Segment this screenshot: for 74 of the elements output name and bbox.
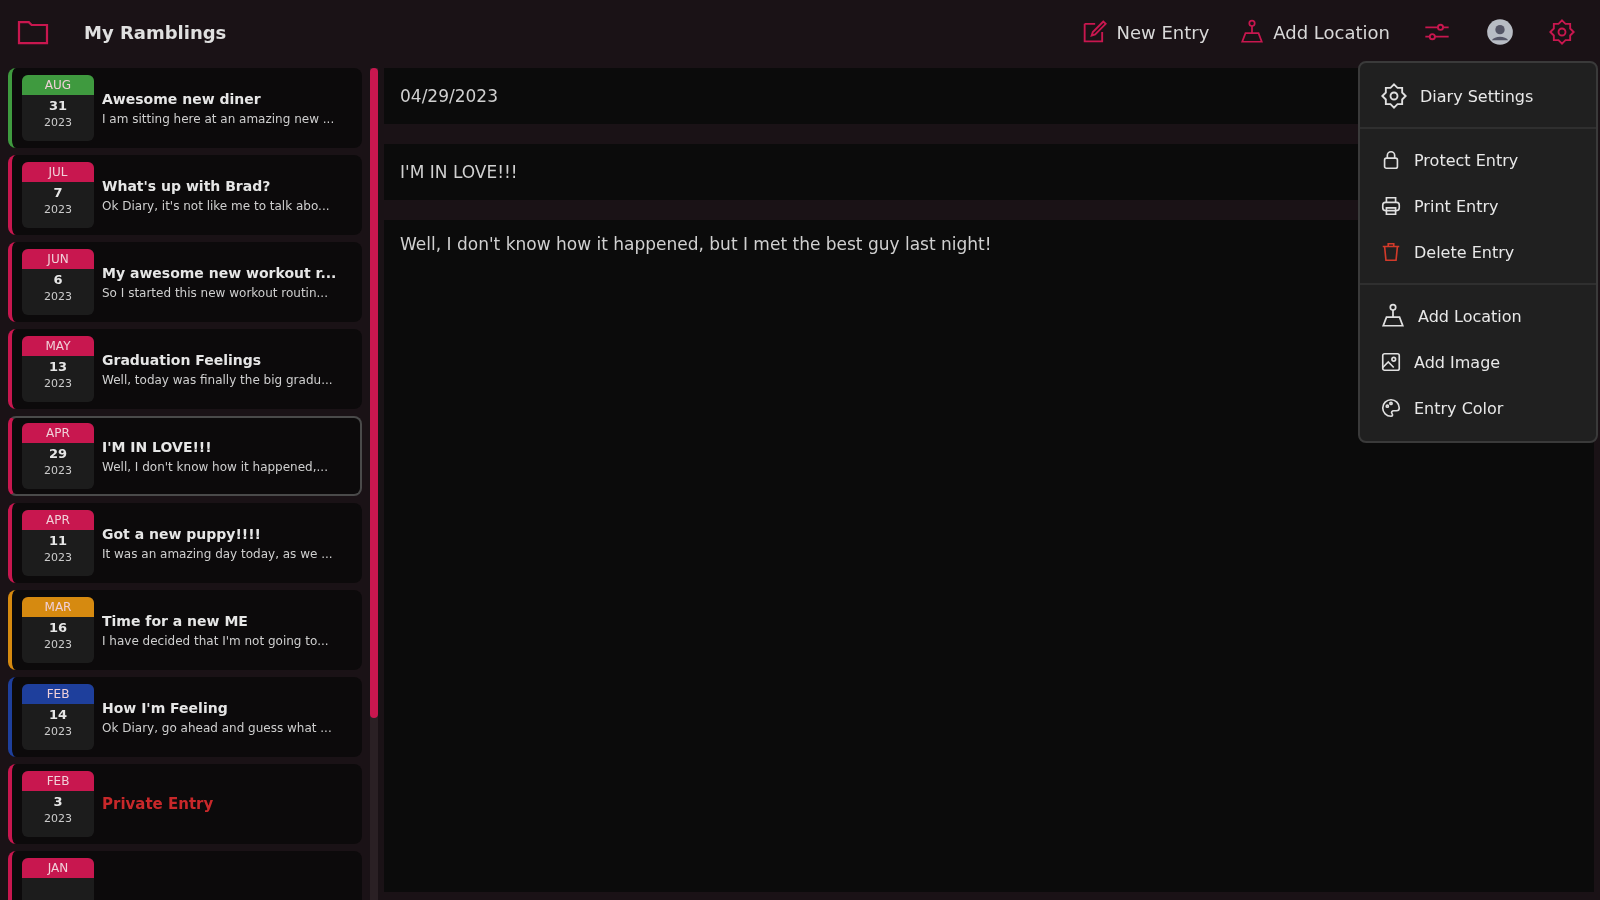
trash-icon (1380, 241, 1402, 263)
menu-item[interactable]: Entry Color (1360, 385, 1596, 431)
entry-card[interactable]: AUG 31 2023 Awesome new diner I am sitting here at an amazing new ... (8, 68, 362, 148)
year-label: 2023 (44, 638, 72, 651)
entry-title: My awesome new workout r... (102, 264, 337, 281)
entry-preview: Ok Diary, it's not like me to talk abo... (102, 198, 330, 213)
year-label: 2023 (44, 116, 72, 129)
month-label: APR (22, 423, 94, 443)
menu-item[interactable]: Diary Settings (1360, 73, 1596, 119)
folder-icon (16, 18, 50, 46)
entry-card[interactable]: MAR 16 2023 Time for a new ME I have decided that I'm not going to... (8, 590, 362, 670)
entry-card[interactable]: JUN 6 2023 My awesome new workout r... So I started this new workout routin... (8, 242, 362, 322)
day-label: 29 (48, 446, 68, 461)
day-label: 14 (48, 707, 68, 722)
entry-card[interactable]: JUL 7 2023 What's up with Brad? Ok Diary, it's not like me to talk abo... (8, 155, 362, 235)
entry-title: Time for a new ME (102, 612, 249, 629)
entry-title: What's up with Brad? (102, 177, 272, 194)
year-label: 2023 (44, 464, 72, 477)
month-label: APR (22, 510, 94, 530)
year-label: 2023 (44, 725, 72, 738)
new-entry-button[interactable]: New Entry (1072, 14, 1218, 50)
year-label: 2023 (44, 812, 72, 825)
day-label: 11 (48, 533, 68, 548)
year-label: 2023 (44, 377, 72, 390)
year-label: 2023 (44, 290, 72, 303)
day-label: 16 (48, 620, 68, 635)
month-label: MAY (22, 336, 94, 356)
entry-preview: Well, I don't know how it happened,... (102, 459, 328, 474)
image-icon (1380, 351, 1402, 373)
day-label: 31 (48, 98, 68, 113)
entry-preview: I am sitting here at an amazing new ... (102, 111, 335, 126)
entry-card[interactable]: JAN (8, 851, 362, 900)
year-label: 2023 (44, 203, 72, 216)
day-label: 3 (53, 794, 63, 809)
month-label: FEB (22, 771, 94, 791)
year-label: 2023 (44, 551, 72, 564)
month-label: AUG (22, 75, 94, 95)
entry-card[interactable]: FEB 14 2023 How I'm Feeling Ok Diary, go ahead and guess what ... (8, 677, 362, 757)
entry-preview: Ok Diary, go ahead and guess what ... (102, 720, 332, 735)
entry-card[interactable]: FEB 3 2023 Private Entry (8, 764, 362, 844)
month-label: JUL (22, 162, 94, 182)
month-label: MAR (22, 597, 94, 617)
entry-preview: Well, today was finally the big gradu... (102, 372, 333, 387)
scrollbar-thumb[interactable] (370, 68, 378, 718)
entry-card[interactable]: MAY 13 2023 Graduation Feelings Well, today was finally the big gradu... (8, 329, 362, 409)
month-label: JUN (22, 249, 94, 269)
entry-title: I'M IN LOVE!!! (102, 438, 213, 455)
menu-item[interactable]: Add Image (1360, 339, 1596, 385)
menu-item[interactable]: Add Location (1360, 293, 1596, 339)
settings-icon (1548, 18, 1576, 46)
entry-preview: So I started this new workout routin... (102, 285, 329, 300)
avatar-icon (1486, 18, 1514, 46)
day-label: 13 (48, 359, 68, 374)
printer-icon (1380, 195, 1402, 217)
entry-card[interactable]: APR 11 2023 Got a new puppy!!!! It was an amazing day today, as we ... (8, 503, 362, 583)
palette-icon (1380, 397, 1402, 419)
entry-card[interactable]: APR 29 2023 I'M IN LOVE!!! Well, I don't know how it happened,... (8, 416, 362, 496)
month-label: JAN (22, 858, 94, 878)
app-title: My Ramblings (84, 21, 227, 43)
entry-title: Private Entry (102, 795, 214, 813)
entry-title: How I'm Feeling (102, 699, 229, 716)
entry-title: Awesome new diner (102, 90, 262, 107)
entry-preview: I have decided that I'm not going to... (102, 633, 329, 648)
day-label: 7 (53, 185, 63, 200)
settings-icon (1380, 82, 1408, 110)
add-location-button[interactable]: Add Location (1231, 14, 1398, 50)
month-label: FEB (22, 684, 94, 704)
entry-title: Got a new puppy!!!! (102, 525, 262, 542)
entry-title: Graduation Feelings (102, 351, 263, 368)
menu-item[interactable]: Delete Entry (1360, 229, 1596, 275)
pin-icon (1239, 18, 1266, 46)
entry-preview: It was an amazing day today, as we ... (102, 546, 333, 561)
pin-icon (1380, 302, 1406, 330)
day-label: 6 (53, 272, 63, 287)
